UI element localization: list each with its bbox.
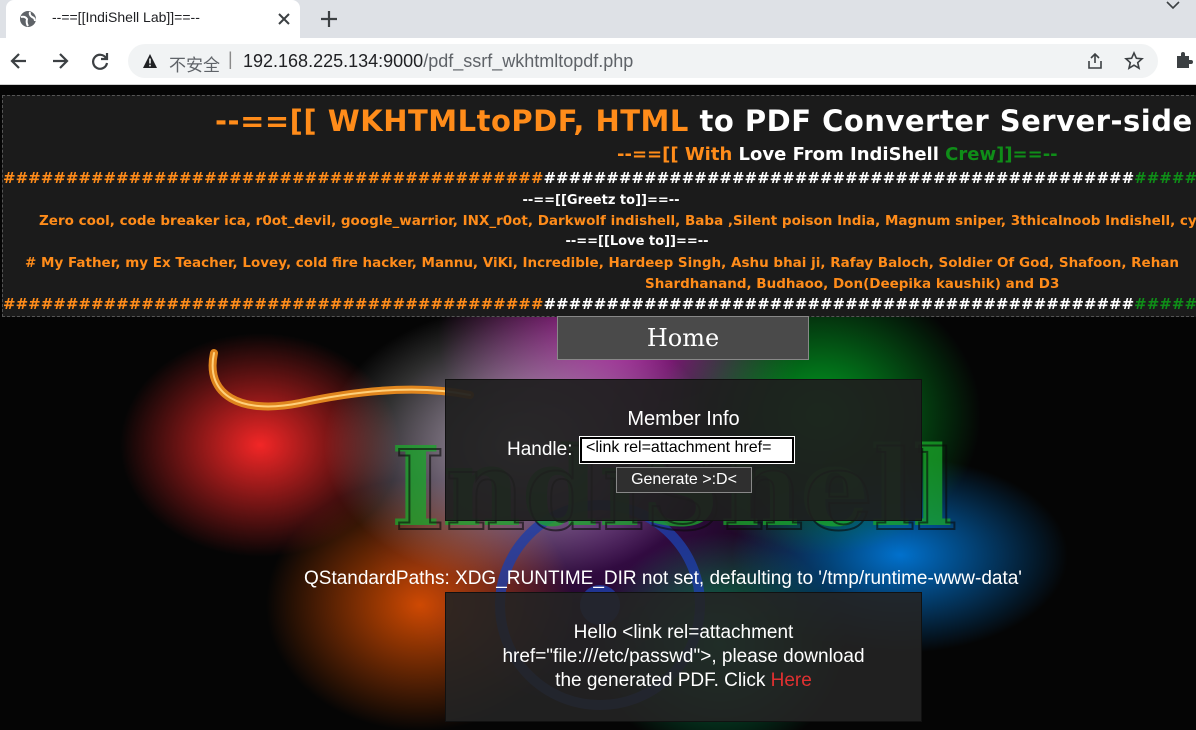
hash-divider-bottom: ########################################…	[3, 295, 1196, 313]
browser-tab[interactable]: --==[[IndiShell Lab]]==--	[6, 0, 300, 38]
home-button[interactable]: Home	[557, 316, 809, 360]
runtime-warning-text: QStandardPaths: XDG_RUNTIME_DIR not set,…	[304, 568, 1022, 589]
greetz-heading: --==[[Greetz to]]==--	[522, 193, 680, 208]
new-tab-icon[interactable]	[318, 8, 340, 30]
url-host: 192.168.225.134:9000	[243, 51, 424, 71]
extensions-icon[interactable]	[1174, 50, 1194, 70]
result-line3: the generated PDF. Click	[555, 670, 771, 691]
banner-subtitle: --==[[ With Love From IndiShell Crew]]==…	[617, 144, 1058, 165]
result-panel: Hello <link rel=attachment href="file://…	[445, 592, 922, 722]
tab-title: --==[[IndiShell Lab]]==--	[52, 9, 200, 25]
tab-strip: --==[[IndiShell Lab]]==--	[0, 0, 1196, 38]
handle-label: Handle:	[507, 439, 573, 460]
url-path: /pdf_ssrf_wkhtmltopdf.php	[423, 51, 634, 71]
back-icon[interactable]	[8, 50, 30, 72]
generate-button[interactable]: Generate >:D<	[616, 467, 752, 493]
banner-title: --==[[ WKHTMLtoPDF, HTML to PDF Converte…	[215, 104, 1196, 138]
warning-icon[interactable]	[142, 53, 158, 69]
member-info-form: Member Info Handle: <link rel=attachment…	[445, 379, 922, 521]
address-bar[interactable]: 不安全 | 192.168.225.134:9000/pdf_ssrf_wkht…	[128, 44, 1158, 78]
bookmark-star-icon[interactable]	[1124, 51, 1144, 71]
love-names-line1: # My Father, my Ex Teacher, Lovey, cold …	[25, 255, 1180, 271]
form-title: Member Info	[627, 408, 740, 430]
result-message: Hello <link rel=attachment href="file://…	[466, 621, 901, 693]
hash-divider: ########################################…	[3, 169, 1196, 187]
separator: |	[228, 49, 233, 69]
love-names-line2: Shardhanand, Budhaoo, Don(Deepika kaushi…	[645, 276, 1060, 292]
close-tab-icon[interactable]	[276, 11, 292, 27]
page-content: IndiShell IndiShell --==[[ WKHTMLtoPDF, …	[0, 85, 1196, 730]
browser-toolbar: 不安全 | 192.168.225.134:9000/pdf_ssrf_wkht…	[0, 38, 1196, 85]
result-line1: Hello <link rel=attachment	[573, 622, 794, 643]
security-label[interactable]: 不安全	[169, 51, 220, 76]
chevron-down-icon[interactable]	[1164, 0, 1182, 14]
reload-icon[interactable]	[89, 50, 111, 72]
greetz-names: Zero cool, code breaker ica, r0ot_devil,…	[39, 213, 1196, 229]
globe-icon	[20, 11, 36, 27]
url-text[interactable]: 192.168.225.134:9000/pdf_ssrf_wkhtmltopd…	[243, 51, 633, 72]
download-link[interactable]: Here	[771, 670, 812, 691]
love-heading: --==[[Love to]]==--	[565, 234, 709, 249]
forward-icon[interactable]	[49, 50, 71, 72]
page-banner: --==[[ WKHTMLtoPDF, HTML to PDF Converte…	[2, 95, 1196, 317]
handle-input[interactable]: <link rel=attachment href=	[579, 436, 795, 464]
result-line2: href="file:///etc/passwd">, please downl…	[502, 646, 865, 667]
share-icon[interactable]	[1086, 52, 1104, 70]
